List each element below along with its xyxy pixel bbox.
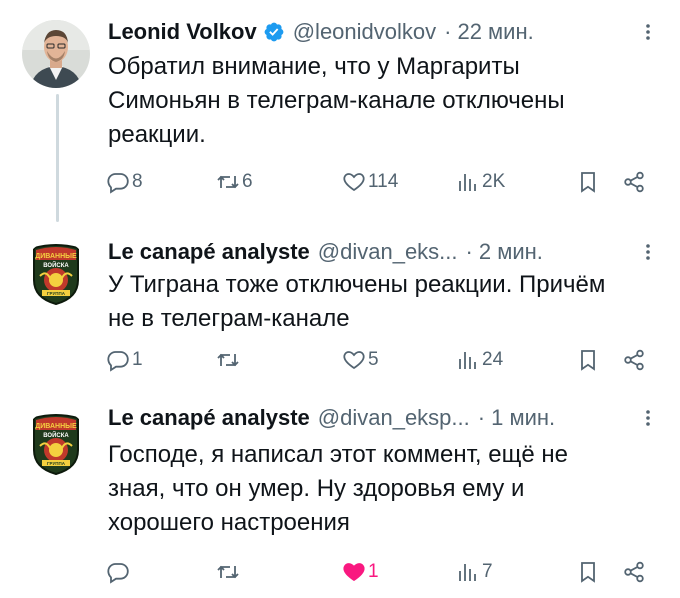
like-button[interactable]: 5: [342, 344, 379, 376]
avatar[interactable]: ДИВАННЫЕ ВОЙСКА ГРУППА: [22, 410, 90, 478]
patch-top-text: ДИВАННЫЕ: [35, 253, 77, 260]
tweet-3[interactable]: ДИВАННЫЕ ВОЙСКА ГРУППА Le canapé analyst…: [0, 396, 680, 598]
author-handle[interactable]: @leonidvolkov: [293, 19, 436, 45]
like-count: 1: [368, 561, 379, 582]
dot-separator: ·: [477, 405, 486, 430]
views-button[interactable]: 7: [456, 556, 493, 588]
author-handle[interactable]: @divan_eksp...: [318, 405, 470, 431]
tweet-2[interactable]: ДИВАННЫЕ ВОЙСКА ГРУППА Le canapé analyst…: [0, 220, 680, 396]
reply-count: 1: [132, 349, 143, 370]
bookmark-icon: [581, 562, 595, 583]
tweet-actions: 1 5 24: [106, 344, 656, 376]
tweet-text: Обратил внимание, что у Маргариты Симонь…: [108, 50, 648, 152]
author-name[interactable]: Leonid Volkov: [108, 19, 257, 45]
tweet-header: Le canapé analyste @divan_eksp... · 1 ми…: [108, 402, 660, 434]
like-count: 114: [368, 171, 399, 192]
timestamp[interactable]: 2 мин.: [479, 239, 543, 265]
more-options-icon[interactable]: [638, 22, 658, 42]
retweet-button[interactable]: 6: [216, 166, 253, 198]
more-options-icon[interactable]: [638, 242, 658, 262]
heart-filled-icon: [343, 563, 365, 582]
share-icon: [624, 171, 644, 193]
tweet-actions: 8 6 114 2K: [106, 166, 656, 198]
views-button[interactable]: 24: [456, 344, 503, 376]
more-options-icon[interactable]: [638, 408, 658, 428]
avatar[interactable]: ДИВАННЫЕ ВОЙСКА ГРУППА: [22, 240, 90, 308]
dot-separator: ·: [465, 239, 473, 264]
author-handle[interactable]: @divan_eks...: [318, 239, 458, 265]
tweet-actions: 1 7: [106, 556, 656, 588]
tweet-text-line: У Тиграна тоже отключены реакции. Причём: [108, 271, 606, 298]
bookmark-button[interactable]: [576, 166, 600, 198]
tweet-text-line: хорошего настроения: [108, 509, 350, 536]
tweet-header: Le canapé analyste @divan_eks... · 2 мин…: [108, 236, 660, 268]
retweet-count: 6: [242, 171, 253, 192]
reply-icon: [107, 173, 129, 194]
dot-separator: ·: [444, 19, 452, 44]
tweet-text: У Тиграна тоже отключены реакции. Причём…: [108, 268, 648, 336]
timestamp[interactable]: 1 мин.: [491, 405, 555, 431]
tweet-1[interactable]: Leonid Volkov @leonidvolkov · 22 мин. Об…: [0, 0, 680, 222]
tweet-text-line: зная, что он умер. Ну здоровья ему и: [108, 475, 525, 502]
tweet-text-line: Обратил внимание, что у Маргариты: [108, 53, 520, 80]
reply-button[interactable]: 1: [106, 344, 143, 376]
retweet-button[interactable]: [216, 556, 242, 588]
views-bar-chart-icon: [459, 352, 476, 369]
views-bar-chart-icon: [459, 174, 476, 191]
tweet-text-line: не в телеграм-канале: [108, 305, 350, 332]
divan-troops-patch-icon: ДИВАННЫЕ ВОЙСКА ГРУППА: [22, 410, 90, 478]
divan-troops-patch-icon: ДИВАННЫЕ ВОЙСКА ГРУППА: [22, 240, 90, 308]
like-button[interactable]: 114: [342, 166, 398, 198]
reply-count: 8: [132, 171, 143, 192]
share-icon: [624, 561, 644, 583]
verified-badge-icon: [263, 21, 285, 43]
bookmark-button[interactable]: [576, 556, 600, 588]
patch-bottom-text: ГРУППА: [47, 291, 66, 296]
tweet-text-line: Господе, я написал этот коммент, ещё не: [108, 441, 568, 468]
retweet-button[interactable]: [216, 344, 242, 376]
thread-line: [56, 94, 59, 222]
tweet-text-line: реакции.: [108, 121, 206, 148]
views-count: 7: [482, 561, 493, 582]
like-button-active[interactable]: 1: [342, 556, 379, 588]
views-count: 24: [482, 349, 504, 370]
heart-icon: [343, 173, 365, 192]
tweet-text: Господе, я написал этот коммент, ещё не …: [108, 438, 648, 540]
retweet-icon: [217, 353, 239, 367]
patch-bottom-text: ГРУППА: [47, 461, 66, 466]
author-name[interactable]: Le canapé analyste: [108, 405, 310, 431]
retweet-icon: [217, 175, 239, 189]
heart-icon: [343, 351, 365, 370]
patch-middle-text: ВОЙСКА: [43, 261, 69, 269]
share-icon: [624, 349, 644, 371]
reply-icon: [107, 563, 129, 584]
reply-icon: [107, 351, 129, 372]
share-button[interactable]: [622, 344, 646, 376]
like-count: 5: [368, 349, 379, 370]
avatar[interactable]: [22, 20, 90, 88]
views-bar-chart-icon: [459, 564, 476, 581]
share-button[interactable]: [622, 556, 646, 588]
author-name[interactable]: Le canapé analyste: [108, 239, 310, 265]
patch-middle-text: ВОЙСКА: [43, 431, 69, 439]
bookmark-icon: [581, 350, 595, 371]
reply-button[interactable]: 8: [106, 166, 143, 198]
reply-button[interactable]: [106, 556, 132, 588]
patch-top-text: ДИВАННЫЕ: [35, 423, 77, 430]
share-button[interactable]: [622, 166, 646, 198]
retweet-icon: [217, 565, 239, 579]
timestamp[interactable]: 22 мин.: [457, 19, 533, 45]
views-count: 2K: [482, 171, 506, 192]
bookmark-button[interactable]: [576, 344, 600, 376]
bookmark-icon: [581, 172, 595, 193]
views-button[interactable]: 2K: [456, 166, 505, 198]
tweet-header: Leonid Volkov @leonidvolkov · 22 мин.: [108, 16, 660, 48]
tweet-text-line: Симоньян в телеграм-канале отключены: [108, 87, 565, 114]
